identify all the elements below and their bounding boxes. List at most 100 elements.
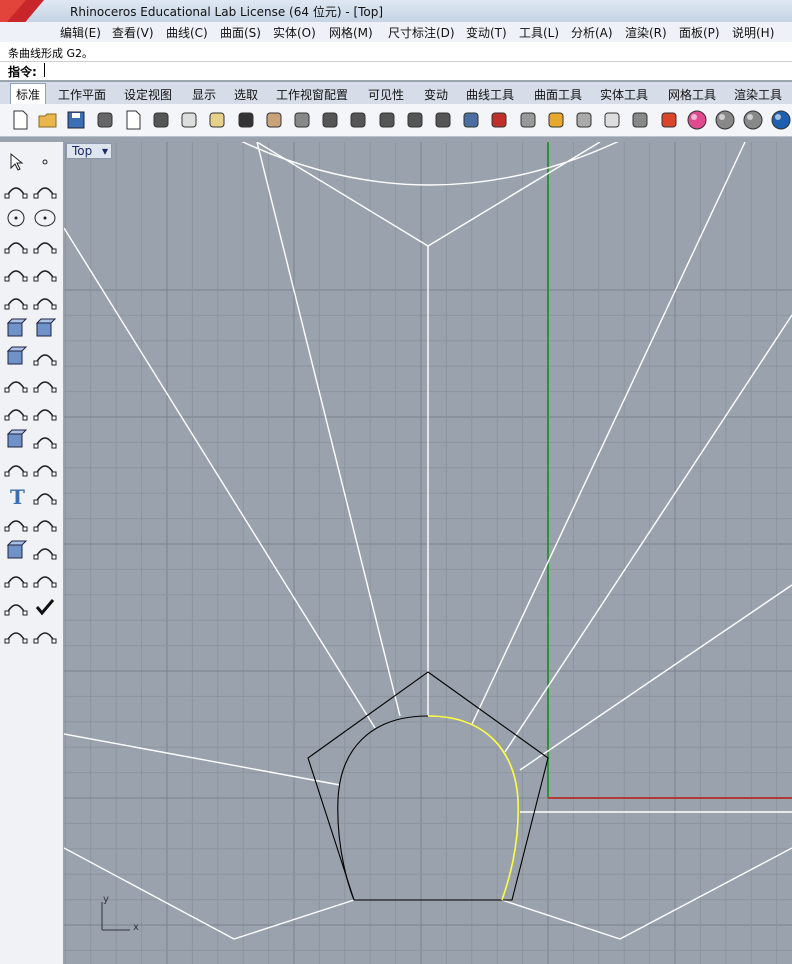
menu-item[interactable]: 查看(V) [112, 24, 154, 41]
tab-item[interactable]: 曲线工具 [462, 86, 518, 104]
tab-item[interactable]: 工作视窗配置 [272, 86, 352, 104]
render-sphere-icon[interactable] [741, 108, 765, 132]
command-prompt-label: 指令: [8, 65, 37, 79]
lock-icon[interactable] [628, 108, 652, 132]
menu-item[interactable]: 面板(P) [679, 24, 720, 41]
tab-item[interactable]: 选取 [230, 86, 262, 104]
menu-item[interactable]: 分析(A) [571, 24, 613, 41]
import-icon[interactable] [121, 108, 145, 132]
menu-item[interactable]: 实体(O) [273, 24, 316, 41]
paste-icon[interactable] [205, 108, 229, 132]
tab-item[interactable]: 网格工具 [664, 86, 720, 104]
menu-item[interactable]: 网格(M) [329, 24, 373, 41]
text-icon[interactable]: T [3, 484, 29, 509]
color-wheel-icon[interactable] [685, 108, 709, 132]
group-icon[interactable] [3, 428, 29, 452]
rectangle-icon[interactable] [32, 233, 58, 257]
viewport-title-tab[interactable]: Top ▾ [66, 143, 112, 159]
viewport-canvas[interactable] [64, 142, 792, 964]
menu-item[interactable]: 曲面(S) [220, 24, 261, 41]
shaded-sphere-icon[interactable] [713, 108, 737, 132]
rotate-camera-icon[interactable] [431, 108, 455, 132]
menu-item[interactable]: 说明(H) [732, 24, 774, 41]
menu-item[interactable]: 编辑(E) [60, 24, 101, 41]
car-icon[interactable] [487, 108, 511, 132]
box-solid-icon[interactable] [3, 317, 29, 341]
arc-icon[interactable] [3, 233, 29, 257]
polyline-icon[interactable] [3, 178, 29, 202]
menu-item[interactable]: 渲染(R) [625, 24, 667, 41]
surface-corner-icon[interactable] [3, 289, 29, 313]
command-input[interactable] [44, 63, 45, 77]
loft-icon[interactable] [32, 289, 58, 313]
block-icon[interactable] [3, 539, 29, 563]
fillet-icon[interactable] [3, 456, 29, 480]
trim-icon[interactable] [3, 400, 29, 424]
curve-control-points-icon[interactable] [32, 178, 58, 202]
polygon-icon[interactable] [3, 261, 29, 285]
scale-icon[interactable] [32, 484, 58, 508]
command-line[interactable]: 指令: [0, 61, 792, 81]
tab-item[interactable]: 实体工具 [596, 86, 652, 104]
paint-icon[interactable] [32, 623, 58, 647]
tab-item[interactable]: 工作平面 [54, 86, 110, 104]
menu-item[interactable]: 尺寸标注(D) [388, 24, 455, 41]
split-icon[interactable] [32, 400, 58, 424]
boolean-icon[interactable] [32, 372, 58, 396]
pan-hand-icon[interactable] [262, 108, 286, 132]
analyze-icon[interactable] [3, 623, 29, 647]
zoom-dynamic-icon[interactable] [318, 108, 342, 132]
array-icon[interactable] [3, 511, 29, 535]
orient-icon[interactable] [3, 595, 29, 619]
mesh-icon[interactable] [32, 345, 58, 369]
zoom-extents-icon[interactable] [375, 108, 399, 132]
point-icon[interactable] [32, 150, 58, 174]
top-viewport[interactable] [64, 142, 792, 964]
check-icon[interactable] [32, 595, 58, 619]
lights-icon[interactable] [572, 108, 596, 132]
viewport-dropdown-icon[interactable]: ▾ [102, 144, 108, 158]
tab-item[interactable]: 变动 [420, 86, 452, 104]
align-icon[interactable] [32, 567, 58, 591]
circle-icon[interactable] [3, 206, 29, 230]
select-arrow-icon[interactable] [3, 150, 29, 174]
grid-array-icon[interactable] [3, 567, 29, 591]
sphere-solid-icon[interactable] [32, 317, 58, 341]
explode-icon[interactable] [3, 372, 29, 396]
tab-item[interactable]: 显示 [188, 86, 220, 104]
window-title: Rhinoceros Educational Lab License (64 位… [70, 5, 384, 19]
cylinder-icon[interactable] [3, 345, 29, 369]
snap-icon[interactable] [544, 108, 568, 132]
blend-icon[interactable] [32, 456, 58, 480]
zoom-window-icon[interactable] [346, 108, 370, 132]
print-icon[interactable] [93, 108, 117, 132]
layer-icon[interactable] [657, 108, 681, 132]
menu-item[interactable]: 工具(L) [519, 24, 559, 41]
lightbulb-icon[interactable] [600, 108, 624, 132]
cut-icon[interactable] [149, 108, 173, 132]
fillet-curve-icon[interactable] [32, 261, 58, 285]
save-icon[interactable] [64, 108, 88, 132]
tab-item[interactable]: 可见性 [364, 86, 408, 104]
options-icon[interactable] [516, 108, 540, 132]
ellipse-icon[interactable] [32, 206, 58, 230]
rotate-view-icon[interactable] [290, 108, 314, 132]
tab-standard[interactable]: 标准 [10, 83, 47, 104]
ray-right-1 [471, 142, 746, 725]
ungroup-icon[interactable] [32, 428, 58, 452]
copy-icon[interactable] [177, 108, 201, 132]
menu-item[interactable]: 曲线(C) [166, 24, 208, 41]
tab-item[interactable]: 曲面工具 [530, 86, 586, 104]
ray-left-3 [64, 733, 341, 786]
dimension-icon[interactable] [32, 511, 58, 535]
tab-item[interactable]: 渲染工具 [730, 86, 786, 104]
blue-sphere-icon[interactable] [769, 108, 792, 132]
open-folder-icon[interactable] [36, 108, 60, 132]
tab-item[interactable]: 设定视图 [120, 86, 176, 104]
history-icon[interactable] [32, 539, 58, 563]
undo-icon[interactable] [234, 108, 258, 132]
menu-item[interactable]: 变动(T) [466, 24, 507, 41]
new-file-icon[interactable] [8, 108, 32, 132]
four-viewports-icon[interactable] [459, 108, 483, 132]
zoom-selected-icon[interactable] [403, 108, 427, 132]
